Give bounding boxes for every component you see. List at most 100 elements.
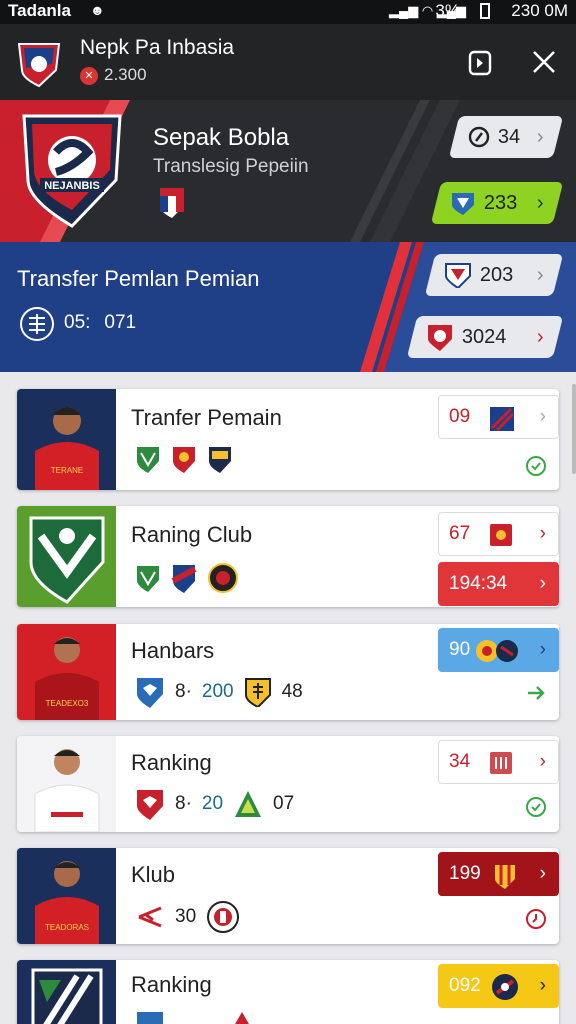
eagle-shield-icon <box>137 678 163 708</box>
list-item[interactable]: Raning Club 67 › 194:34 › <box>17 506 559 607</box>
player-avatar: TERANE <box>17 389 116 490</box>
check-status-icon <box>525 455 547 482</box>
ball-icon <box>468 126 490 148</box>
red-crest-icon <box>173 447 195 473</box>
battery-percent: 3% <box>435 1 460 20</box>
card-score-chip[interactable]: 90 › <box>438 628 559 672</box>
blue-red-crest-icon <box>171 565 197 593</box>
chevron-right-icon: › <box>539 751 546 772</box>
chevron-right-icon: › <box>539 406 546 427</box>
chevron-right-icon: › <box>539 863 546 884</box>
card-stat-b: 20 <box>201 793 224 814</box>
club-mini-crest-icon <box>492 974 518 1000</box>
card-badges <box>135 1010 259 1024</box>
club-mini-crest-icon <box>490 407 515 432</box>
transfer-time: 05: 071 <box>64 312 136 334</box>
chevron-right-icon: › <box>537 191 544 214</box>
club-mini-crest-icon <box>490 524 512 546</box>
battery-icon <box>480 3 490 19</box>
chevron-right-icon: › <box>537 125 544 148</box>
card-score-chip[interactable]: 67 › <box>438 512 559 556</box>
club-mini-crest-icon <box>490 752 512 774</box>
club-mini-crest-icon <box>495 865 515 889</box>
club-logo-icon <box>16 40 62 93</box>
blue-shield-icon <box>209 447 231 473</box>
close-button[interactable] <box>528 46 560 78</box>
club-logo <box>17 506 116 607</box>
card-stat-c: 07 <box>273 793 295 814</box>
transfer-stat-top-button[interactable]: 203 › <box>424 254 564 296</box>
hero-title: Sepak Bobla <box>153 124 290 151</box>
svg-text:TERANE: TERANE <box>51 466 83 475</box>
card-title: Ranking <box>131 750 212 775</box>
card-title: Ranking <box>131 972 212 997</box>
chevron-right-icon: › <box>537 325 544 348</box>
app-title: Nepk Pa Inbasia <box>80 36 235 59</box>
chevron-right-icon: › <box>539 639 546 660</box>
share-button[interactable] <box>464 46 496 78</box>
list-item[interactable]: TEADORAS Klub 30 199 › <box>17 848 559 944</box>
app-subtitle-value: 2.300 <box>104 65 147 84</box>
transfer-panel: Transfer Pemlan Pemian 05: 071 203 › 3024… <box>0 242 576 372</box>
list-item[interactable]: TEADEXO3 Hanbars 8· 200 48 90 › <box>17 624 559 720</box>
card-score-value: 09 <box>449 406 471 427</box>
card-title: Raning Club <box>131 522 253 547</box>
scrollbar[interactable] <box>572 384 576 474</box>
club-badge-icon <box>428 325 452 351</box>
list-item[interactable]: Ranking 092 › <box>17 960 559 1024</box>
card-time-value: 194:34 <box>449 573 508 594</box>
clock-time: 230 0M <box>511 1 568 20</box>
club-list: TERANE Tranfer Pemain 09 › Raning Club 6… <box>0 372 576 1024</box>
transfer-time-value: 071 <box>104 312 137 333</box>
card-badges <box>135 445 233 473</box>
transfer-stat-bottom-button[interactable]: 3024 › <box>406 316 564 358</box>
green-triangle-crest-icon <box>235 791 262 817</box>
clock-status-icon <box>525 908 547 935</box>
transfer-stat-top-value: 203 <box>480 263 514 286</box>
card-title: Tranfer Pemain <box>131 405 282 430</box>
card-title: Klub <box>131 862 176 887</box>
hero-stat-bottom-button[interactable]: 233 › <box>430 182 564 224</box>
yellow-crest-icon <box>244 678 271 707</box>
round-crest-icon <box>208 563 238 593</box>
featured-club-panel: NEJANBIS Sepak Bobla Translesig Pepeiin … <box>0 100 576 242</box>
card-stat-c: 48 <box>281 681 303 702</box>
chevron-right-icon: › <box>537 263 544 286</box>
status-bar: Tadanla ☻ ▂▄▆ ◠ ▂▄▆ 3% 230 0M <box>0 0 576 24</box>
card-stats: 8· 20 07 <box>135 788 294 820</box>
ticket-icon: ✕ <box>80 67 98 85</box>
arrow-right-icon[interactable] <box>525 682 547 709</box>
hero-stat-top-value: 34 <box>498 125 521 148</box>
list-item[interactable]: TERANE Tranfer Pemain 09 › <box>17 389 559 490</box>
card-badges <box>135 562 239 594</box>
transfer-title: Transfer Pemlan Pemian <box>17 266 260 291</box>
red-triangle-crest-icon <box>235 1012 249 1024</box>
card-time-chip[interactable]: 194:34 › <box>438 562 559 606</box>
red-eagle-shield-icon <box>137 790 163 820</box>
crossed-swords-icon <box>138 906 162 928</box>
card-score-chip[interactable]: 092 › <box>438 964 559 1008</box>
hero-subtitle: Translesig Pepeiin <box>153 156 309 177</box>
chevron-right-icon: › <box>539 573 546 594</box>
crest-label: NEJANBIS <box>44 180 100 192</box>
card-score-chip[interactable]: 09 › <box>438 395 559 439</box>
smiley-icon: ☻ <box>90 2 105 18</box>
app-subtitle: ✕ 2.300 <box>80 65 147 85</box>
chevron-right-icon: › <box>539 523 546 544</box>
card-score-value: 199 <box>449 863 481 884</box>
card-stat-b: 200 <box>201 681 234 702</box>
chevron-right-icon: › <box>539 975 546 996</box>
hero-stat-bottom-value: 233 <box>484 191 518 214</box>
round-crest-icon <box>207 901 240 933</box>
card-score-chip[interactable]: 199 › <box>438 852 559 896</box>
card-score-value: 34 <box>449 751 471 772</box>
carrier-name: Tadanla <box>8 1 71 20</box>
green-shield-icon <box>137 447 159 473</box>
card-stat-a: 8· <box>175 681 192 702</box>
transfer-calendar-icon <box>19 306 55 347</box>
list-item[interactable]: Ranking 8· 20 07 34 › <box>17 736 559 832</box>
hero-stat-top-button[interactable]: 34 › <box>448 116 564 158</box>
svg-text:TEADORAS: TEADORAS <box>45 923 89 932</box>
card-score-chip[interactable]: 34 › <box>438 740 559 784</box>
blue-shield-icon <box>137 1012 163 1024</box>
